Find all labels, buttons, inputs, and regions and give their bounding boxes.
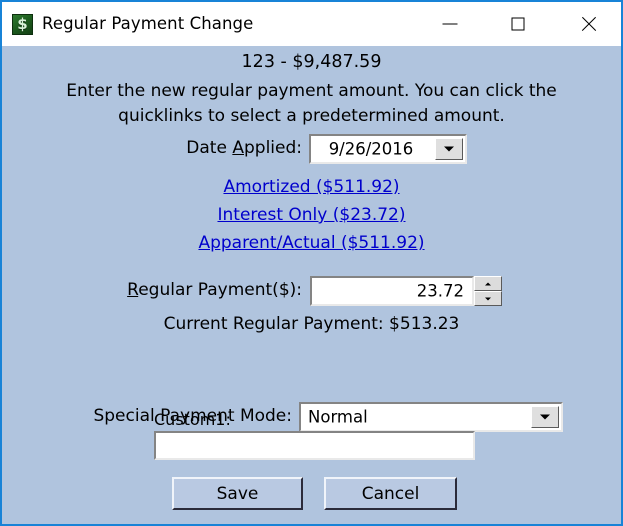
- minimize-button[interactable]: [427, 2, 473, 45]
- chevron-down-icon: [444, 146, 454, 152]
- date-applied-combobox[interactable]: 9/26/2016: [309, 134, 467, 164]
- chevron-down-icon: [540, 414, 550, 420]
- regular-payment-input[interactable]: 23.72: [310, 276, 474, 306]
- regular-payment-value: 23.72: [416, 281, 464, 301]
- special-payment-mode-combobox[interactable]: Normal: [299, 402, 563, 432]
- stepper-up-button[interactable]: [474, 276, 502, 291]
- triangle-up-icon: [485, 282, 491, 285]
- date-applied-value: 9/26/2016: [328, 139, 414, 159]
- date-applied-dropdown-button[interactable]: [435, 138, 463, 160]
- minimize-icon: [442, 23, 458, 24]
- dollar-app-icon: $: [12, 14, 33, 35]
- stepper-down-button[interactable]: [474, 291, 502, 306]
- regular-payment-label: Regular Payment($):: [62, 280, 302, 300]
- triangle-down-icon: [485, 297, 491, 300]
- dialog-window: $ Regular Payment Change 123 - $9,487.59…: [0, 0, 623, 526]
- maximize-button[interactable]: [495, 2, 541, 45]
- account-amount-heading: 123 - $9,487.59: [241, 52, 382, 72]
- save-button[interactable]: Save: [172, 477, 303, 510]
- quicklink-apparent-actual[interactable]: Apparent/Actual ($511.92): [2, 233, 621, 253]
- special-payment-mode-value: Normal: [308, 407, 368, 427]
- special-payment-mode-dropdown-button[interactable]: [531, 406, 559, 428]
- close-button[interactable]: [566, 2, 612, 45]
- title-bar: $ Regular Payment Change: [2, 2, 621, 46]
- custom1-input[interactable]: [154, 431, 475, 460]
- regular-payment-label-post: egular Payment($):: [138, 280, 302, 300]
- dialog-body: 123 - $9,487.59 Enter the new regular pa…: [2, 46, 621, 524]
- regular-payment-stepper[interactable]: [474, 276, 502, 306]
- description-line-1: Enter the new regular payment amount. Yo…: [66, 81, 557, 101]
- date-applied-label-post: pplied:: [243, 138, 302, 158]
- maximize-icon: [511, 17, 525, 30]
- cancel-button[interactable]: Cancel: [324, 477, 457, 510]
- window-title: Regular Payment Change: [42, 14, 254, 33]
- quicklink-amortized[interactable]: Amortized ($511.92): [2, 177, 621, 197]
- custom1-label: Custom1:: [154, 410, 231, 429]
- quicklink-interest-only[interactable]: Interest Only ($23.72): [2, 205, 621, 225]
- description-line-2: quicklinks to select a predetermined amo…: [118, 106, 505, 126]
- date-applied-label-accel: A: [232, 138, 244, 158]
- date-applied-label-pre: Date: [186, 138, 233, 158]
- regular-payment-label-accel: R: [127, 280, 139, 300]
- date-applied-label: Date Applied:: [72, 138, 302, 158]
- current-regular-payment-text: Current Regular Payment: $513.23: [163, 314, 460, 334]
